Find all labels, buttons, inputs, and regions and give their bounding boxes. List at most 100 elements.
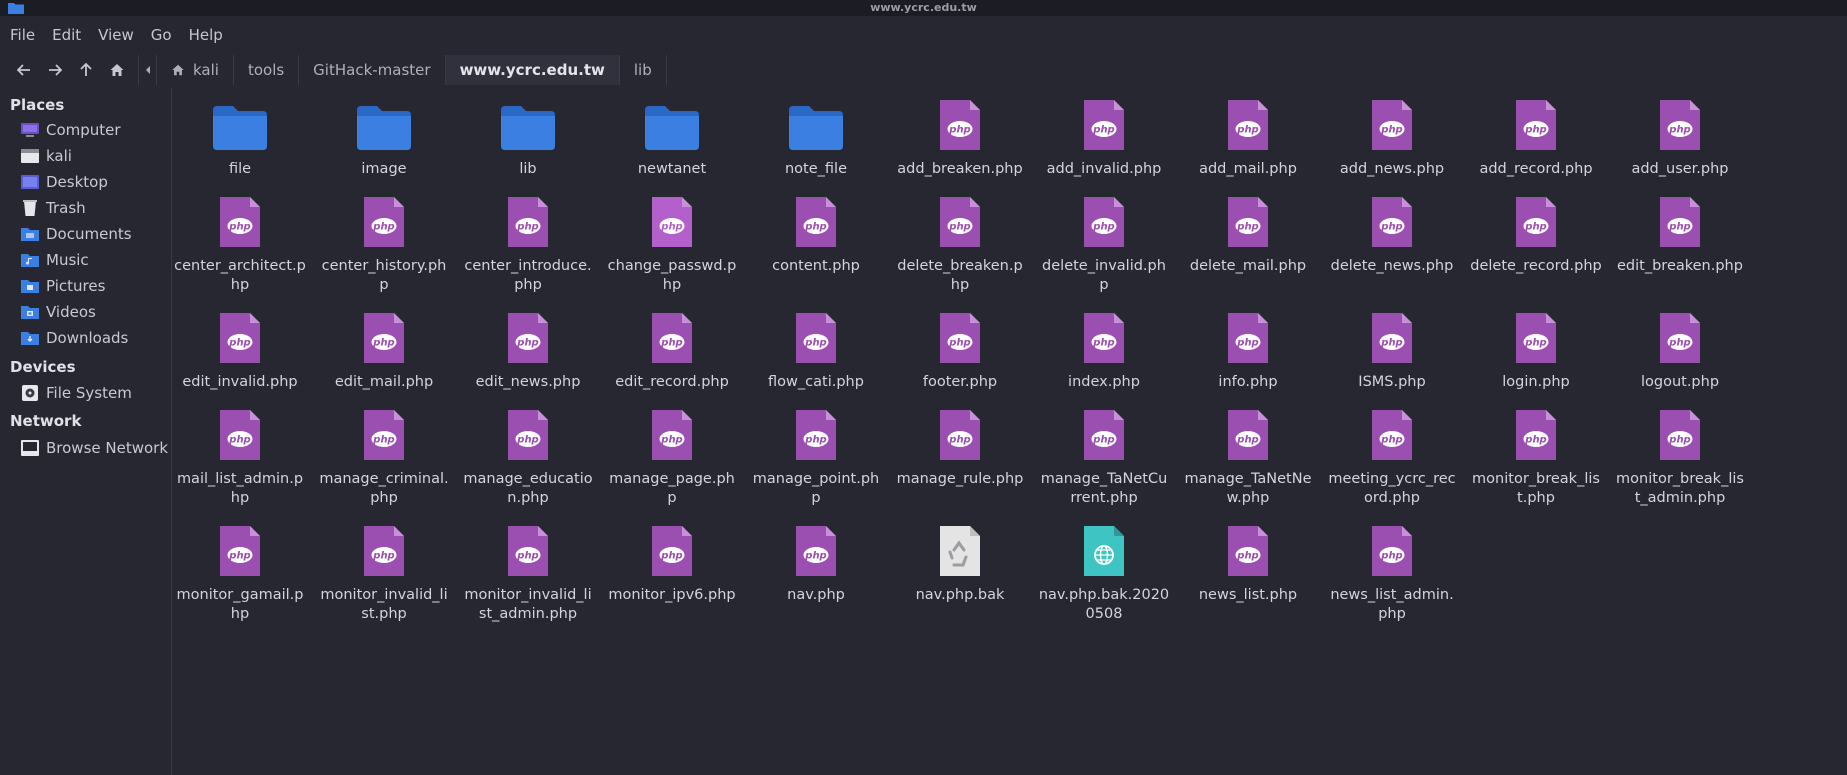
file-item[interactable]: php login.php: [1466, 301, 1606, 392]
sidebar-item-label: Videos: [46, 303, 96, 321]
file-item[interactable]: php monitor_break_list_admin.php: [1610, 398, 1750, 508]
file-item[interactable]: php center_introduce.php: [458, 185, 598, 295]
forward-button[interactable]: [41, 56, 69, 84]
file-item[interactable]: php edit_mail.php: [314, 301, 454, 392]
file-item[interactable]: php manage_page.php: [602, 398, 742, 508]
file-item[interactable]: php delete_invalid.php: [1034, 185, 1174, 295]
sidebar-item-downloads[interactable]: Downloads: [20, 326, 128, 350]
file-item[interactable]: php center_architect.php: [170, 185, 310, 295]
devices-heading: Devices: [10, 358, 76, 376]
file-item[interactable]: php monitor_break_list.php: [1466, 398, 1606, 508]
sidebar-item-pictures[interactable]: Pictures: [20, 274, 105, 298]
file-name-label: add_breaken.php: [897, 161, 1023, 177]
file-item[interactable]: php manage_rule.php: [890, 398, 1030, 489]
file-item[interactable]: php delete_breaken.php: [890, 185, 1030, 295]
menu-view[interactable]: View: [98, 26, 134, 44]
sidebar-item-videos[interactable]: Videos: [20, 300, 96, 324]
file-item[interactable]: php news_list.php: [1178, 514, 1318, 605]
file-icon-box: php: [1178, 301, 1318, 365]
file-item[interactable]: note_file: [746, 88, 886, 179]
home-button[interactable]: [103, 56, 131, 84]
folder-icon: [789, 106, 843, 150]
file-item[interactable]: php manage_TaNetNew.php: [1178, 398, 1318, 508]
file-item[interactable]: php add_record.php: [1466, 88, 1606, 179]
menu-file[interactable]: File: [10, 26, 35, 44]
file-item[interactable]: nav.php.bak: [890, 514, 1030, 605]
file-item[interactable]: php flow_cati.php: [746, 301, 886, 392]
file-item[interactable]: php edit_news.php: [458, 301, 598, 392]
file-item[interactable]: php add_invalid.php: [1034, 88, 1174, 179]
php-file-icon: php: [364, 410, 404, 460]
file-item[interactable]: php news_list_admin.php: [1322, 514, 1462, 624]
file-item[interactable]: php delete_mail.php: [1178, 185, 1318, 276]
back-button[interactable]: [10, 56, 38, 84]
file-name-label: content.php: [772, 258, 860, 274]
file-item[interactable]: php meeting_ycrc_record.php: [1322, 398, 1462, 508]
file-icon-box: php: [170, 398, 310, 462]
file-item[interactable]: file: [170, 88, 310, 179]
file-item[interactable]: php monitor_gamail.php: [170, 514, 310, 624]
music-folder-icon: [21, 254, 39, 267]
file-item[interactable]: php monitor_invalid_list_admin.php: [458, 514, 598, 624]
svg-text:php: php: [372, 551, 394, 562]
file-icon-box: php: [1466, 398, 1606, 462]
breadcrumb-githack-master[interactable]: GitHack-master: [299, 55, 446, 85]
breadcrumb-tools[interactable]: tools: [234, 55, 300, 85]
menu-edit[interactable]: Edit: [52, 26, 81, 44]
file-item[interactable]: php delete_news.php: [1322, 185, 1462, 276]
file-item[interactable]: php manage_education.php: [458, 398, 598, 508]
breadcrumb-current-folder[interactable]: www.ycrc.edu.tw: [445, 55, 620, 85]
file-item[interactable]: php nav.php: [746, 514, 886, 605]
file-item[interactable]: php center_history.php: [314, 185, 454, 295]
sidebar-item-music[interactable]: Music: [20, 248, 89, 272]
sidebar-item-browse-network[interactable]: Browse Network: [20, 436, 168, 460]
sidebar-item-kali[interactable]: kali: [20, 144, 72, 168]
file-item[interactable]: php manage_point.php: [746, 398, 886, 508]
svg-text:php: php: [948, 435, 970, 446]
file-item[interactable]: php add_breaken.php: [890, 88, 1030, 179]
file-item[interactable]: php change_passwd.php: [602, 185, 742, 295]
breadcrumb-label: kali: [193, 61, 219, 79]
php-file-icon: php: [652, 313, 692, 363]
file-item[interactable]: nav.php.bak.20200508: [1034, 514, 1174, 624]
sidebar-item-computer[interactable]: Computer: [20, 118, 121, 142]
breadcrumb-kali[interactable]: kali: [157, 55, 234, 85]
file-item[interactable]: php mail_list_admin.php: [170, 398, 310, 508]
file-item[interactable]: php ISMS.php: [1322, 301, 1462, 392]
sidebar-item-label: Browse Network: [46, 439, 169, 457]
file-item[interactable]: php edit_breaken.php: [1610, 185, 1750, 276]
file-item[interactable]: php add_news.php: [1322, 88, 1462, 179]
file-item[interactable]: php add_mail.php: [1178, 88, 1318, 179]
file-item[interactable]: lib: [458, 88, 598, 179]
file-item[interactable]: php logout.php: [1610, 301, 1750, 392]
file-item[interactable]: php footer.php: [890, 301, 1030, 392]
file-item[interactable]: php info.php: [1178, 301, 1318, 392]
file-item[interactable]: php index.php: [1034, 301, 1174, 392]
file-item[interactable]: php edit_invalid.php: [170, 301, 310, 392]
file-item[interactable]: newtanet: [602, 88, 742, 179]
php-file-icon: php: [1372, 526, 1412, 576]
file-item[interactable]: php content.php: [746, 185, 886, 276]
sidebar-item-documents[interactable]: Documents: [20, 222, 132, 246]
file-item[interactable]: image: [314, 88, 454, 179]
breadcrumb-lib[interactable]: lib: [620, 55, 667, 85]
file-item[interactable]: php manage_TaNetCurrent.php: [1034, 398, 1174, 508]
breadcrumb-scroll-left-button[interactable]: [139, 55, 157, 85]
menu-go[interactable]: Go: [151, 26, 172, 44]
file-name-label: ISMS.php: [1358, 374, 1426, 390]
file-item[interactable]: php manage_criminal.php: [314, 398, 454, 508]
file-item[interactable]: php monitor_ipv6.php: [602, 514, 742, 605]
sidebar-item-file-system[interactable]: File System: [20, 381, 132, 405]
up-button[interactable]: [72, 56, 100, 84]
arrow-left-icon: [16, 64, 30, 76]
sidebar-item-trash[interactable]: Trash: [20, 196, 86, 220]
menu-help[interactable]: Help: [189, 26, 223, 44]
svg-text:php: php: [1236, 338, 1258, 349]
file-item[interactable]: php add_user.php: [1610, 88, 1750, 179]
file-item[interactable]: php monitor_invalid_list.php: [314, 514, 454, 624]
php-file-icon: php: [940, 100, 980, 150]
file-item[interactable]: php edit_record.php: [602, 301, 742, 392]
file-item[interactable]: php delete_record.php: [1466, 185, 1606, 276]
file-name-label: meeting_ycrc_record.php: [1328, 471, 1456, 506]
sidebar-item-desktop[interactable]: Desktop: [20, 170, 108, 194]
